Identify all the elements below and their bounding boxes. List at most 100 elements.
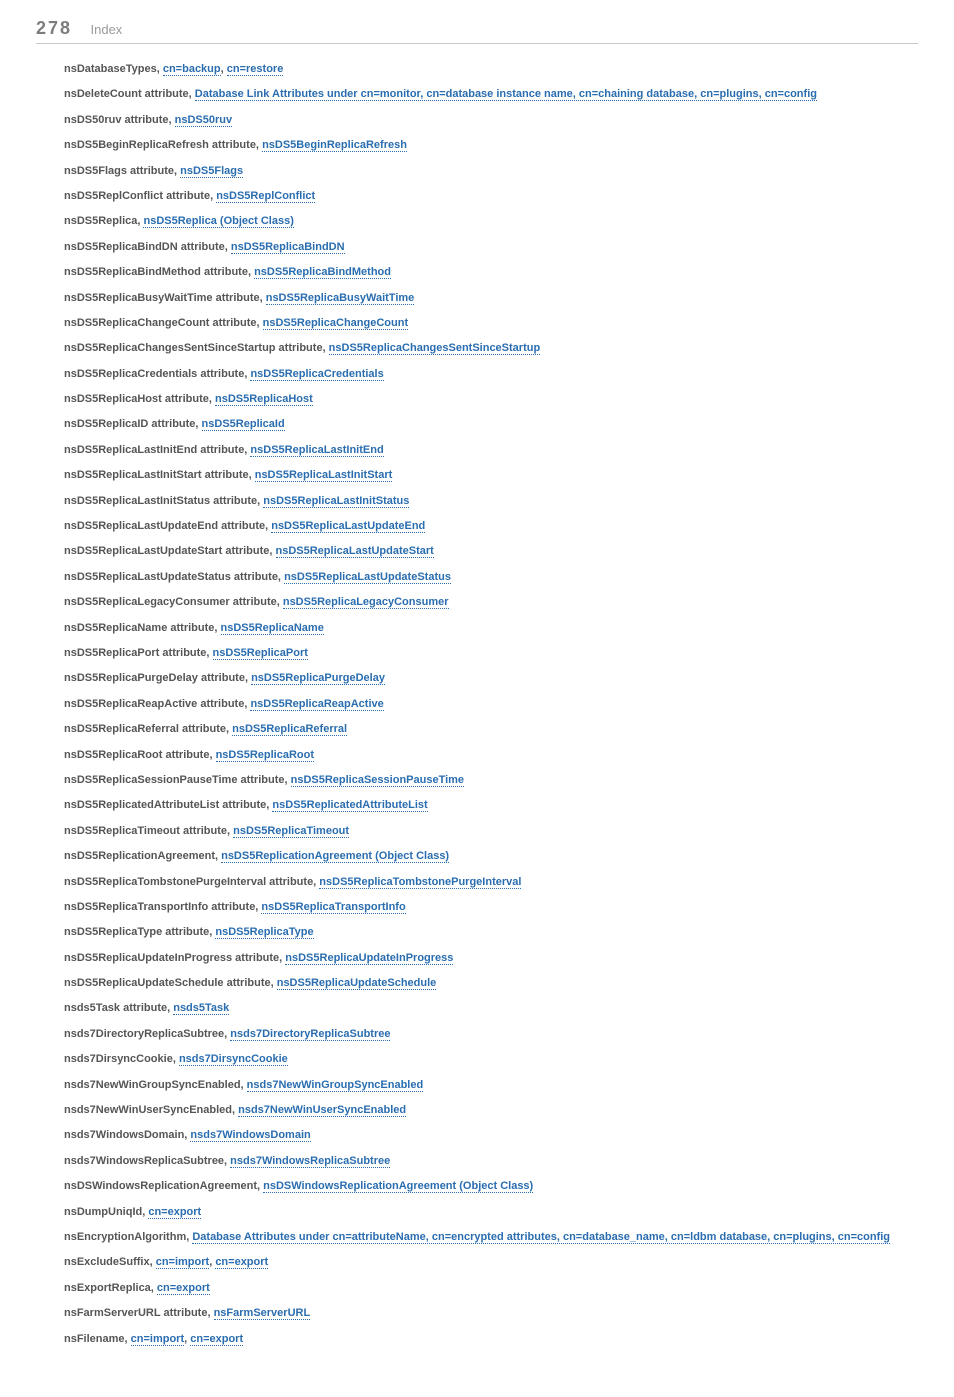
- index-link[interactable]: nsDS5ReplicaName: [221, 622, 324, 635]
- index-text: nsds7NewWinUserSyncEnabled,: [64, 1104, 238, 1116]
- index-entry: nsDS5ReplicaReapActive attribute, nsDS5R…: [64, 697, 918, 712]
- index-text: nsDS5ReplicaID attribute,: [64, 418, 202, 430]
- index-link[interactable]: nsDS5ReplicaRoot: [216, 749, 314, 762]
- index-link[interactable]: nsDS5ReplicaPort: [213, 647, 308, 660]
- index-text: nsDS5ReplicaLastInitStart attribute,: [64, 469, 255, 481]
- index-text: nsEncryptionAlgorithm,: [64, 1231, 192, 1243]
- index-link[interactable]: nsDS5ReplicaSessionPauseTime: [291, 774, 464, 787]
- index-link[interactable]: nsDS5ReplicaLastInitStatus: [263, 495, 409, 508]
- index-entry: nsDS5ReplicaLastInitStatus attribute, ns…: [64, 494, 918, 509]
- index-entry: nsds7NewWinUserSyncEnabled, nsds7NewWinU…: [64, 1103, 918, 1118]
- index-entry: nsDS5Flags attribute, nsDS5Flags: [64, 164, 918, 179]
- index-entry: nsDS5ReplicaTombstonePurgeInterval attri…: [64, 875, 918, 890]
- index-link[interactable]: nsDS5ReplicaReferral: [232, 723, 347, 736]
- index-link[interactable]: nsDS5ReplicaTransportInfo: [261, 901, 405, 914]
- index-text: nsds7NewWinGroupSyncEnabled,: [64, 1079, 247, 1091]
- index-text: nsDS5ReplicaBindMethod attribute,: [64, 266, 254, 278]
- index-link[interactable]: nsDS5ReplicaPurgeDelay: [251, 672, 385, 685]
- index-link[interactable]: nsDS5ReplicaLastUpdateStatus: [284, 571, 451, 584]
- index-text: nsDS5ReplicaTransportInfo attribute,: [64, 901, 261, 913]
- index-entry: nsDS5ReplicaBindDN attribute, nsDS5Repli…: [64, 240, 918, 255]
- index-link[interactable]: cn=import: [156, 1256, 209, 1269]
- index-link[interactable]: nsDS5ReplicaLastInitEnd: [250, 444, 383, 457]
- index-link[interactable]: Database Link Attributes under cn=monito…: [195, 88, 817, 101]
- index-entry: nsFarmServerURL attribute, nsFarmServerU…: [64, 1306, 918, 1321]
- index-entry: nsDS5ReplicaChangesSentSinceStartup attr…: [64, 341, 918, 356]
- index-link[interactable]: nsDS5ReplicaLegacyConsumer: [283, 596, 449, 609]
- index-entry: nsDumpUniqId, cn=export: [64, 1205, 918, 1220]
- index-link[interactable]: nsDS5ReplicaLastUpdateStart: [276, 545, 434, 558]
- index-text: nsDS5ReplicaType attribute,: [64, 926, 215, 938]
- index-link[interactable]: nsDS5BeginReplicaRefresh: [262, 139, 407, 152]
- index-text: nsDS5ReplicaUpdateInProgress attribute,: [64, 952, 285, 964]
- index-link[interactable]: nsds7WindowsReplicaSubtree: [230, 1155, 390, 1168]
- index-link[interactable]: nsDS5ReplicaHost: [215, 393, 313, 406]
- index-link[interactable]: Database Attributes under cn=attributeNa…: [192, 1231, 890, 1244]
- index-text: ,: [221, 63, 227, 75]
- index-link[interactable]: nsDSWindowsReplicationAgreement (Object …: [263, 1180, 533, 1193]
- index-entry: nsDS5ReplicaHost attribute, nsDS5Replica…: [64, 392, 918, 407]
- index-link[interactable]: cn=export: [148, 1206, 201, 1219]
- index-link[interactable]: nsDS5ReplicaBusyWaitTime: [266, 292, 415, 305]
- index-link[interactable]: nsDS5Replica (Object Class): [143, 215, 293, 228]
- index-link[interactable]: nsDS5ReplicaChangesSentSinceStartup: [329, 342, 541, 355]
- index-link[interactable]: nsDS5ReplicaUpdateSchedule: [277, 977, 437, 990]
- index-entry: nsDS5ReplicaBindMethod attribute, nsDS5R…: [64, 265, 918, 280]
- index-text: nsDS5ReplicaLastUpdateStart attribute,: [64, 545, 276, 557]
- index-entry: nsds5Task attribute, nsds5Task: [64, 1001, 918, 1016]
- index-text: nsDS50ruv attribute,: [64, 114, 175, 126]
- index-link[interactable]: cn=backup: [163, 63, 221, 76]
- index-text: nsDS5Flags attribute,: [64, 165, 180, 177]
- index-link[interactable]: nsDS5ReplicaTimeout: [233, 825, 349, 838]
- index-link[interactable]: nsDS5Flags: [180, 165, 243, 178]
- index-link[interactable]: nsds7NewWinGroupSyncEnabled: [247, 1079, 424, 1092]
- index-entry: nsDS5ReplicaUpdateInProgress attribute, …: [64, 951, 918, 966]
- index-text: nsDS5BeginReplicaRefresh attribute,: [64, 139, 262, 151]
- index-link[interactable]: nsDS50ruv: [175, 114, 232, 127]
- index-text: nsExcludeSuffix,: [64, 1256, 156, 1268]
- index-link[interactable]: nsDS5ReplicaLastUpdateEnd: [271, 520, 425, 533]
- index-link[interactable]: cn=export: [157, 1282, 210, 1295]
- index-link[interactable]: cn=import: [131, 1333, 184, 1346]
- index-link[interactable]: nsDS5ReplicatedAttributeList: [272, 799, 427, 812]
- index-link[interactable]: cn=export: [215, 1256, 268, 1269]
- index-link[interactable]: nsDS5ReplConflict: [216, 190, 315, 203]
- index-text: nsDSWindowsReplicationAgreement,: [64, 1180, 263, 1192]
- index-entry: nsDS5ReplicaCredentials attribute, nsDS5…: [64, 367, 918, 382]
- index-link[interactable]: nsDS5ReplicaLastInitStart: [255, 469, 393, 482]
- index-link[interactable]: cn=restore: [227, 63, 284, 76]
- index-link[interactable]: nsDS5ReplicaUpdateInProgress: [285, 952, 453, 965]
- index-entry: nsDS5ReplicaName attribute, nsDS5Replica…: [64, 621, 918, 636]
- index-text: nsDS5ReplicaName attribute,: [64, 622, 221, 634]
- index-link[interactable]: nsDS5ReplicaBindMethod: [254, 266, 391, 279]
- index-link[interactable]: nsDS5ReplicaCredentials: [250, 368, 383, 381]
- index-entry: nsDeleteCount attribute, Database Link A…: [64, 87, 918, 102]
- index-entry: nsDS5ReplicaSessionPauseTime attribute, …: [64, 773, 918, 788]
- index-link[interactable]: nsDS5ReplicaType: [215, 926, 313, 939]
- index-entry: nsds7WindowsReplicaSubtree, nsds7Windows…: [64, 1154, 918, 1169]
- index-text: nsDS5Replica,: [64, 215, 143, 227]
- index-text: nsFarmServerURL attribute,: [64, 1307, 214, 1319]
- index-link[interactable]: nsDS5ReplicaBindDN: [231, 241, 345, 254]
- index-link[interactable]: nsFarmServerURL: [214, 1307, 311, 1320]
- index-entry: nsDS5ReplicaLegacyConsumer attribute, ns…: [64, 595, 918, 610]
- index-link[interactable]: nsds7NewWinUserSyncEnabled: [238, 1104, 406, 1117]
- index-text: nsds5Task attribute,: [64, 1002, 173, 1014]
- index-link[interactable]: nsDS5ReplicationAgreement (Object Class): [221, 850, 449, 863]
- index-text: nsFilename,: [64, 1333, 131, 1345]
- index-text: nsds7DirectoryReplicaSubtree,: [64, 1028, 230, 1040]
- index-link[interactable]: nsds7DirectoryReplicaSubtree: [230, 1028, 390, 1041]
- index-link[interactable]: nsds7DirsyncCookie: [179, 1053, 288, 1066]
- index-link[interactable]: nsDS5ReplicaTombstonePurgeInterval: [319, 876, 521, 889]
- index-link[interactable]: nsds7WindowsDomain: [190, 1129, 310, 1142]
- index-entry: nsDS5ReplicaLastInitEnd attribute, nsDS5…: [64, 443, 918, 458]
- index-link[interactable]: nsds5Task: [173, 1002, 229, 1015]
- index-text: nsDS5ReplicaChangeCount attribute,: [64, 317, 263, 329]
- index-link[interactable]: nsDS5ReplicaChangeCount: [263, 317, 408, 330]
- index-link[interactable]: nsDS5ReplicaId: [202, 418, 285, 431]
- index-entry: nsds7WindowsDomain, nsds7WindowsDomain: [64, 1128, 918, 1143]
- index-link[interactable]: cn=export: [190, 1333, 243, 1346]
- index-entry: nsDS5Replica, nsDS5Replica (Object Class…: [64, 214, 918, 229]
- index-link[interactable]: nsDS5ReplicaReapActive: [250, 698, 383, 711]
- index-text: nsDumpUniqId,: [64, 1206, 148, 1218]
